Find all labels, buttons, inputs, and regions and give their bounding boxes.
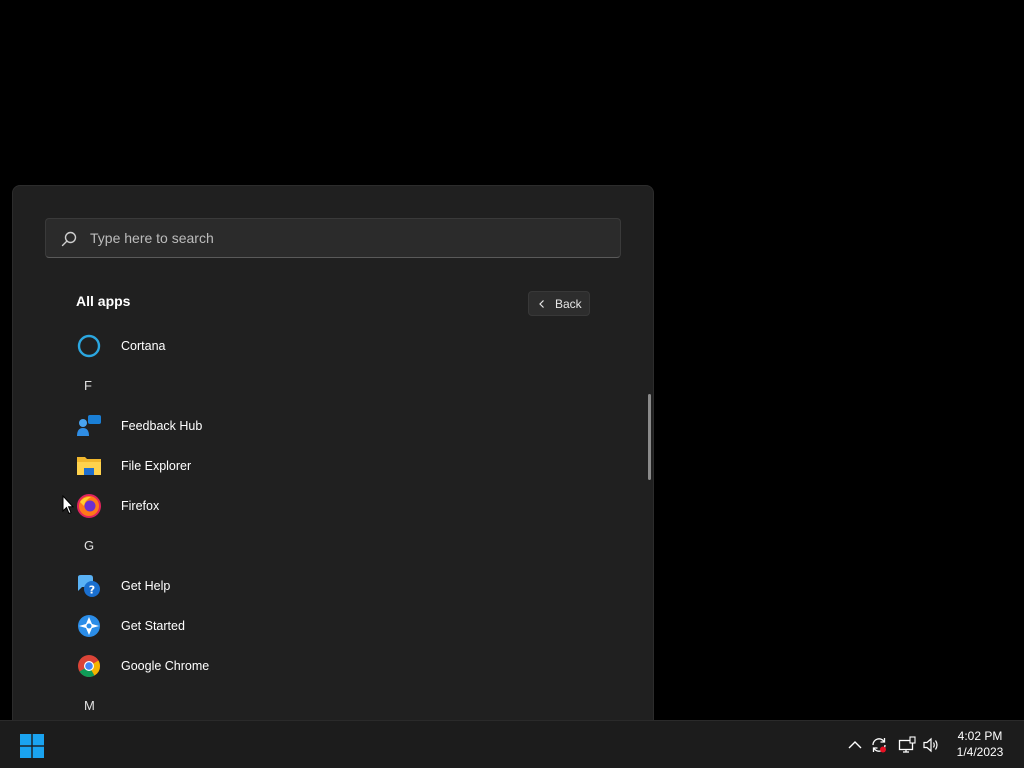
chevron-up-icon[interactable] [846, 736, 864, 754]
app-item-cortana[interactable]: Cortana [76, 326, 616, 366]
sync-icon[interactable] [870, 736, 888, 754]
feedback-hub-icon [77, 415, 101, 436]
cortana-icon [77, 334, 101, 358]
all-apps-title: All apps [76, 293, 131, 309]
clock-date: 1/4/2023 [956, 745, 1004, 759]
chrome-icon [78, 655, 100, 677]
volume-icon[interactable] [922, 736, 940, 754]
app-item-firefox[interactable]: Firefox [76, 486, 616, 526]
file-explorer-icon [77, 457, 101, 475]
app-label: Cortana [121, 339, 166, 353]
letter-label: M [84, 698, 95, 713]
app-item-get-started[interactable]: Get Started [76, 606, 616, 646]
scrollbar-thumb[interactable] [648, 394, 651, 480]
search-input[interactable]: Type here to search [90, 230, 214, 246]
firefox-icon [77, 494, 101, 518]
get-help-icon: ? [78, 575, 100, 597]
app-item-google-chrome[interactable]: Google Chrome [76, 646, 616, 686]
svg-text:?: ? [89, 584, 95, 597]
start-menu: Type here to search All apps Back Cortan… [12, 185, 654, 720]
back-button[interactable]: Back [528, 291, 590, 316]
search-box[interactable]: Type here to search [45, 218, 621, 258]
app-label: Get Started [121, 619, 185, 633]
letter-header-m[interactable]: M [76, 686, 616, 720]
letter-header-f[interactable]: F [76, 366, 616, 406]
app-label: File Explorer [121, 459, 192, 473]
app-label: Google Chrome [121, 659, 210, 673]
windows-start-icon[interactable] [20, 734, 44, 758]
app-label: Firefox [121, 499, 160, 513]
letter-label: F [84, 378, 92, 393]
letter-label: G [84, 538, 95, 553]
app-item-get-help[interactable]: ? Get Help [76, 566, 616, 606]
back-button-label: Back [555, 296, 582, 311]
app-label: Get Help [121, 579, 171, 593]
network-icon[interactable] [898, 736, 916, 754]
clock-time: 4:02 PM [957, 729, 1003, 743]
mouse-cursor-icon [62, 495, 74, 515]
search-icon [61, 231, 77, 247]
chevron-left-icon [539, 299, 544, 308]
taskbar: 4:02 PM 1/4/2023 [0, 720, 1024, 768]
get-started-icon [78, 615, 100, 637]
clock[interactable]: 4:02 PM 1/4/2023 [944, 728, 1016, 760]
app-item-feedback-hub[interactable]: Feedback Hub [76, 406, 616, 446]
app-item-file-explorer[interactable]: File Explorer [76, 446, 616, 486]
app-label: Feedback Hub [121, 419, 203, 433]
letter-header-g[interactable]: G [76, 526, 616, 566]
